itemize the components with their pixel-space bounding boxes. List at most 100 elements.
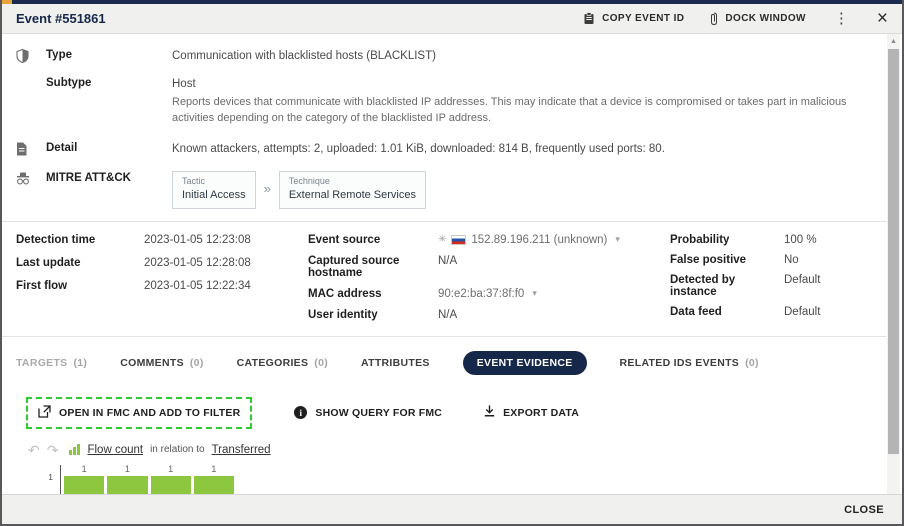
external-link-icon bbox=[38, 405, 51, 421]
reputation-icon: ✳ bbox=[438, 234, 446, 245]
mitre-technique-chip[interactable]: Technique External Remote Services bbox=[279, 171, 426, 209]
tab-event-evidence[interactable]: EVENT EVIDENCE bbox=[463, 351, 587, 375]
mac-address-label: MAC address bbox=[308, 288, 438, 300]
type-label: Type bbox=[46, 48, 172, 61]
shield-icon bbox=[16, 48, 46, 68]
header-actions: COPY EVENT ID DOCK WINDOW ⋮ × bbox=[583, 9, 888, 28]
accent-orange-segment bbox=[2, 0, 12, 4]
mitre-tactic-chip[interactable]: Tactic Initial Access bbox=[172, 171, 256, 209]
vertical-scrollbar[interactable]: ▲ bbox=[887, 34, 900, 494]
chart-metric-link[interactable]: Flow count bbox=[87, 444, 143, 456]
tab-categories[interactable]: CATEGORIES(0) bbox=[237, 357, 328, 369]
info-icon: i bbox=[294, 406, 307, 419]
chart-toolbar: ↶ ↷ Flow count in relation to Transferre… bbox=[28, 443, 886, 457]
detected-by-instance-label: Detected by instance bbox=[670, 274, 784, 298]
event-source-ip: 152.89.196.211 (unknown) bbox=[471, 234, 607, 246]
mitre-tactic-caption: Tactic bbox=[182, 175, 246, 188]
chart-bar[interactable] bbox=[194, 476, 234, 494]
bar-value-label: 1 bbox=[151, 464, 191, 474]
show-query-label: SHOW QUERY FOR FMC bbox=[315, 407, 442, 419]
tab-targets[interactable]: TARGETS(1) bbox=[16, 357, 87, 369]
export-data-label: EXPORT DATA bbox=[503, 407, 579, 419]
bar-value-label: 1 bbox=[194, 464, 234, 474]
chevron-down-icon[interactable]: ▾ bbox=[532, 288, 537, 299]
timestamps-column: Detection time 2023-01-05 12:23:08 Last … bbox=[16, 234, 308, 330]
detail-label: Detail bbox=[46, 141, 172, 154]
detection-time-value: 2023-01-05 12:23:08 bbox=[144, 234, 251, 246]
chart-bar[interactable] bbox=[151, 476, 191, 494]
show-query-for-fmc-button[interactable]: i SHOW QUERY FOR FMC bbox=[294, 406, 442, 419]
bar-value-label: 1 bbox=[107, 464, 147, 474]
open-in-fmc-button[interactable]: OPEN IN FMC AND ADD TO FILTER bbox=[38, 405, 240, 421]
tab-attributes[interactable]: ATTRIBUTES bbox=[361, 357, 430, 369]
mac-address-value[interactable]: 90:e2:ba:37:8f:f0 ▾ bbox=[438, 288, 537, 300]
dialog-body: Type Communication with blacklisted host… bbox=[2, 34, 886, 494]
undo-icon[interactable]: ↶ bbox=[28, 443, 40, 457]
first-flow-value: 2023-01-05 12:22:34 bbox=[144, 280, 251, 292]
detail-value: Known attackers, attempts: 2, uploaded: … bbox=[172, 141, 886, 158]
close-button[interactable]: CLOSE bbox=[844, 504, 884, 516]
bar-column: 1 bbox=[194, 476, 234, 494]
download-icon bbox=[484, 405, 495, 420]
evidence-actions: OPEN IN FMC AND ADD TO FILTER i SHOW QUE… bbox=[26, 397, 886, 429]
paperclip-icon bbox=[710, 12, 718, 26]
y-tick: 1 bbox=[48, 472, 53, 482]
chart-bar[interactable] bbox=[107, 476, 147, 494]
detected-by-instance-row: Detected by instance Default bbox=[670, 274, 878, 298]
country-flag-icon bbox=[451, 235, 466, 245]
mitre-chain: Tactic Initial Access » Technique Extern… bbox=[172, 171, 860, 209]
scrollbar-thumb[interactable] bbox=[888, 49, 899, 454]
user-identity-row: User identity N/A bbox=[308, 309, 670, 321]
captured-hostname-label: Captured source hostname bbox=[308, 255, 438, 279]
mac-address-row: MAC address 90:e2:ba:37:8f:f0 ▾ bbox=[308, 288, 670, 300]
more-options-icon[interactable]: ⋮ bbox=[832, 11, 851, 26]
chart-dimension-link[interactable]: Transferred bbox=[212, 444, 271, 456]
chart-bar[interactable] bbox=[64, 476, 104, 494]
chevron-down-icon[interactable]: ▾ bbox=[615, 234, 620, 245]
captured-hostname-value: N/A bbox=[438, 255, 457, 267]
detection-time-row: Detection time 2023-01-05 12:23:08 bbox=[16, 234, 308, 246]
last-update-value: 2023-01-05 12:28:08 bbox=[144, 257, 251, 269]
chart-joiner-text: in relation to bbox=[150, 444, 204, 455]
export-data-button[interactable]: EXPORT DATA bbox=[484, 405, 579, 420]
page-title: Event #551861 bbox=[16, 11, 106, 26]
data-feed-row: Data feed Default bbox=[670, 306, 878, 318]
mitre-technique-value: External Remote Services bbox=[289, 188, 416, 204]
subtype-value: Host Reports devices that communicate wi… bbox=[172, 76, 886, 127]
probability-value: 100 % bbox=[784, 234, 817, 246]
false-positive-label: False positive bbox=[670, 254, 784, 266]
captured-hostname-row: Captured source hostname N/A bbox=[308, 255, 670, 279]
copy-event-id-button[interactable]: COPY EVENT ID bbox=[583, 12, 684, 25]
tab-comments[interactable]: COMMENTS(0) bbox=[120, 357, 203, 369]
tab-related-ids-events[interactable]: RELATED IDS EVENTS(0) bbox=[620, 357, 759, 369]
close-icon[interactable]: × bbox=[877, 9, 888, 28]
overview-section: Type Communication with blacklisted host… bbox=[2, 34, 886, 213]
false-positive-row: False positive No bbox=[670, 254, 878, 266]
redo-icon[interactable]: ↷ bbox=[47, 443, 59, 457]
first-flow-row: First flow 2023-01-05 12:22:34 bbox=[16, 280, 308, 292]
bar-column: 1 bbox=[107, 476, 147, 494]
flow-count-chart: 0 0.2 0.4 0.6 0.8 1 1 1 bbox=[32, 465, 262, 494]
dialog-header: Event #551861 COPY EVENT ID DOCK WINDOW … bbox=[2, 4, 902, 34]
event-source-value[interactable]: ✳ 152.89.196.211 (unknown) ▾ bbox=[438, 234, 620, 246]
last-update-row: Last update 2023-01-05 12:28:08 bbox=[16, 257, 308, 269]
event-source-label: Event source bbox=[308, 234, 438, 246]
meta-section: Detection time 2023-01-05 12:23:08 Last … bbox=[2, 222, 886, 334]
copy-event-id-label: COPY EVENT ID bbox=[602, 13, 684, 24]
chart-plot-area: 1 1 1 1 bbox=[60, 465, 238, 494]
event-detail-dialog: Event #551861 COPY EVENT ID DOCK WINDOW … bbox=[0, 0, 904, 526]
first-flow-label: First flow bbox=[16, 280, 144, 292]
detected-by-instance-value: Default bbox=[784, 274, 820, 286]
dock-window-button[interactable]: DOCK WINDOW bbox=[710, 12, 806, 26]
bar-column: 1 bbox=[64, 476, 104, 494]
scroll-up-icon[interactable]: ▲ bbox=[887, 34, 900, 48]
type-value: Communication with blacklisted hosts (BL… bbox=[172, 48, 886, 65]
mitre-technique-caption: Technique bbox=[289, 175, 416, 188]
subtype-description: Reports devices that communicate with bl… bbox=[172, 95, 860, 127]
detail-row: Detail Known attackers, attempts: 2, upl… bbox=[16, 137, 886, 165]
spy-icon bbox=[16, 171, 46, 190]
clipboard-icon bbox=[583, 12, 595, 25]
false-positive-value: No bbox=[784, 254, 799, 266]
bar-chart-icon bbox=[69, 444, 80, 455]
window-top-border bbox=[2, 0, 902, 4]
